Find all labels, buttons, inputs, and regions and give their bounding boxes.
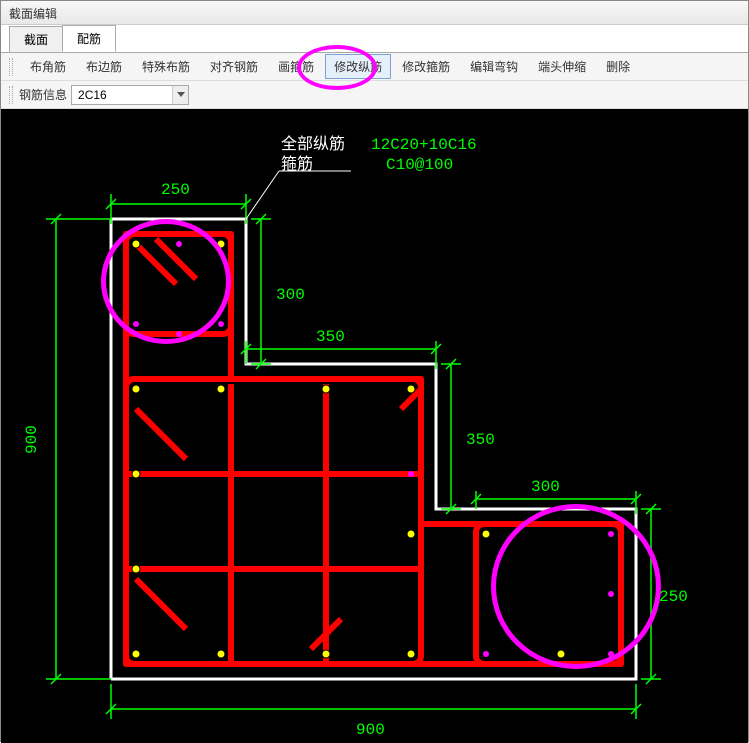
toolbar-modify-stirrup[interactable]: 修改箍筋 [393,54,459,79]
drawing-svg: 250 300 350 350 300 250 900 900 全部纵筋 12C… [1,109,748,743]
toolbar-corner-rebar[interactable]: 布角筋 [21,54,75,79]
cad-canvas[interactable]: 250 300 350 350 300 250 900 900 全部纵筋 12C… [1,109,748,743]
info-value-stirrup: C10@100 [386,156,453,174]
toolbar-edit-hook[interactable]: 编辑弯钩 [461,54,527,79]
input-bar: 钢筋信息 [1,81,748,109]
toolbar-end-extend[interactable]: 端头伸缩 [529,54,595,79]
info-label-longitudinal: 全部纵筋 [281,135,345,154]
info-value-longitudinal: 12C20+10C16 [371,136,477,154]
dim-300-r1: 300 [276,286,305,304]
toolbar: 布角筋 布边筋 特殊布筋 对齐钢筋 画箍筋 修改纵筋 修改箍筋 编辑弯钩 端头伸… [1,53,748,81]
dim-350-top: 350 [316,328,345,346]
dim-250-r3: 250 [659,588,688,606]
dim-350-r2: 350 [466,431,495,449]
window-title: 截面编辑 [9,7,57,21]
dim-900-left: 900 [23,425,41,454]
dim-250-top: 250 [161,181,190,199]
chevron-down-icon[interactable] [172,86,188,104]
toolbar-handle-icon [9,58,13,76]
rebar-info-combobox[interactable] [71,85,189,105]
dim-300-top: 300 [531,478,560,496]
toolbar-handle-icon [9,86,13,104]
title-bar: 截面编辑 [1,1,748,25]
rebar-info-label: 钢筋信息 [19,86,67,103]
toolbar-delete[interactable]: 删除 [597,54,639,79]
toolbar-modify-longitudinal[interactable]: 修改纵筋 [325,54,391,79]
toolbar-align-rebar[interactable]: 对齐钢筋 [201,54,267,79]
dim-900-bottom: 900 [356,721,385,739]
tab-rebar[interactable]: 配筋 [62,25,116,52]
toolbar-draw-stirrup[interactable]: 画箍筋 [269,54,323,79]
tab-section[interactable]: 截面 [9,26,63,52]
tab-bar: 截面 配筋 [1,25,748,53]
rebar-info-input[interactable] [72,86,172,104]
toolbar-edge-rebar[interactable]: 布边筋 [77,54,131,79]
toolbar-special-rebar[interactable]: 特殊布筋 [133,54,199,79]
